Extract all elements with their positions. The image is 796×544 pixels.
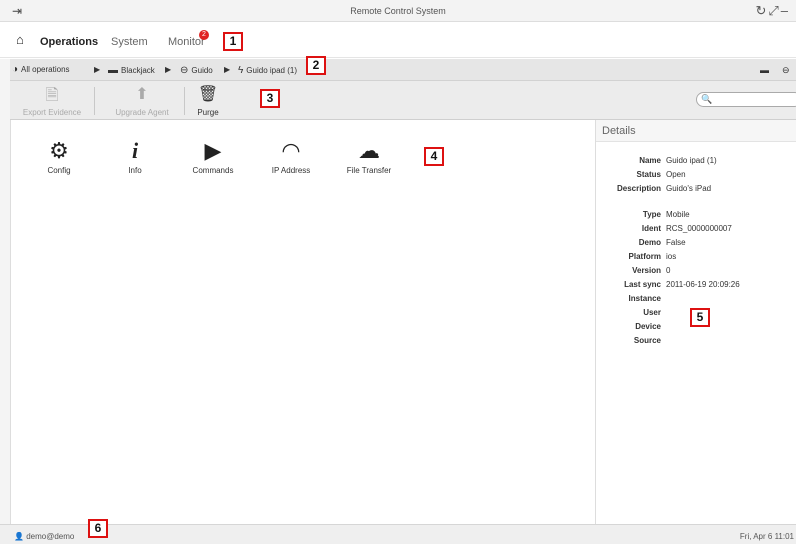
- toolbar-divider: [94, 87, 95, 115]
- toolbar-divider: [184, 87, 185, 115]
- export-evidence-button[interactable]: 🗎 Export Evidence: [16, 81, 88, 120]
- monitor-alert-badge: 2: [199, 30, 209, 40]
- upgrade-agent-button[interactable]: ⬆ Upgrade Agent: [106, 81, 178, 120]
- callout-5: 5: [690, 308, 710, 327]
- main-nav: ⌂ Operations System Monitor 2: [0, 22, 796, 58]
- breadcrumb-item-agent[interactable]: ϟ Guido ipad (1): [238, 65, 297, 76]
- module-file-transfer[interactable]: ☁ File Transfer: [329, 138, 409, 175]
- callout-6: 6: [88, 519, 108, 538]
- globe-icon: ◑: [12, 64, 19, 75]
- status-bar: 👤 demo@demo Fri, Apr 6 11:01: [0, 524, 796, 544]
- home-icon[interactable]: ⌂: [16, 32, 24, 47]
- breadcrumb-item-target[interactable]: ⊖ Guido: [180, 65, 213, 76]
- purge-button[interactable]: 🗑 Purge: [190, 81, 226, 120]
- window-controls-icon[interactable]: ↻⤢–: [755, 3, 790, 19]
- trash-icon: 🗑: [197, 86, 219, 103]
- status-clock: Fri, Apr 6 11:01: [739, 532, 794, 541]
- export-document-icon: 🗎: [45, 87, 59, 104]
- tab-operations[interactable]: Operations: [40, 36, 98, 48]
- agent-modules-panel: ⚙ Config i Info ▶ Commands ◠ IP Address …: [10, 120, 595, 524]
- module-ip-address[interactable]: ◠ IP Address: [251, 138, 331, 175]
- left-border: [0, 59, 10, 524]
- breadcrumb-separator-icon: ▶: [165, 65, 172, 74]
- breadcrumb-item-all-operations[interactable]: ◑ All operations: [12, 64, 70, 75]
- module-commands[interactable]: ▶ Commands: [173, 138, 253, 175]
- user-icon: 👤: [14, 532, 24, 541]
- folder-icon: ▬: [108, 65, 118, 76]
- gears-icon: ⚙: [49, 138, 69, 163]
- upload-arrow-icon: ⬆: [135, 86, 149, 103]
- window-title: Remote Control System: [350, 6, 446, 16]
- target-icon[interactable]: ⊖: [782, 65, 790, 76]
- target-icon: ⊖: [180, 65, 189, 76]
- callout-2: 2: [306, 56, 326, 75]
- current-user: 👤 demo@demo: [14, 532, 75, 541]
- module-config[interactable]: ⚙ Config: [19, 138, 99, 175]
- breadcrumb-separator-icon: ▶: [224, 65, 231, 74]
- info-icon: i: [131, 138, 139, 163]
- play-icon: ▶: [204, 138, 222, 163]
- search-icon: 🔍: [701, 94, 713, 104]
- tab-system[interactable]: System: [111, 36, 148, 48]
- module-info[interactable]: i Info: [95, 138, 175, 175]
- breadcrumb-item-operation[interactable]: ▬ Blackjack: [108, 65, 155, 76]
- folder-icon[interactable]: ▬: [760, 65, 769, 75]
- wifi-icon: ◠: [281, 138, 301, 163]
- callout-1: 1: [223, 32, 243, 51]
- toolbar: 🗎 Export Evidence ⬆ Upgrade Agent 🗑 Purg…: [10, 81, 796, 120]
- callout-4: 4: [424, 147, 444, 166]
- title-bar: ⇥ Remote Control System ↻⤢–: [0, 0, 796, 22]
- callout-3: 3: [260, 89, 280, 108]
- breadcrumb: ◑ All operations ▶ ▬ Blackjack ▶ ⊖ Guido ▶ …: [10, 59, 796, 81]
- cloud-transfer-icon: ☁: [358, 138, 380, 163]
- search-input[interactable]: 🔍: [696, 92, 796, 107]
- breadcrumb-separator-icon: ▶: [94, 65, 101, 74]
- details-header: Details: [596, 120, 796, 142]
- bolt-icon: ϟ: [238, 65, 244, 76]
